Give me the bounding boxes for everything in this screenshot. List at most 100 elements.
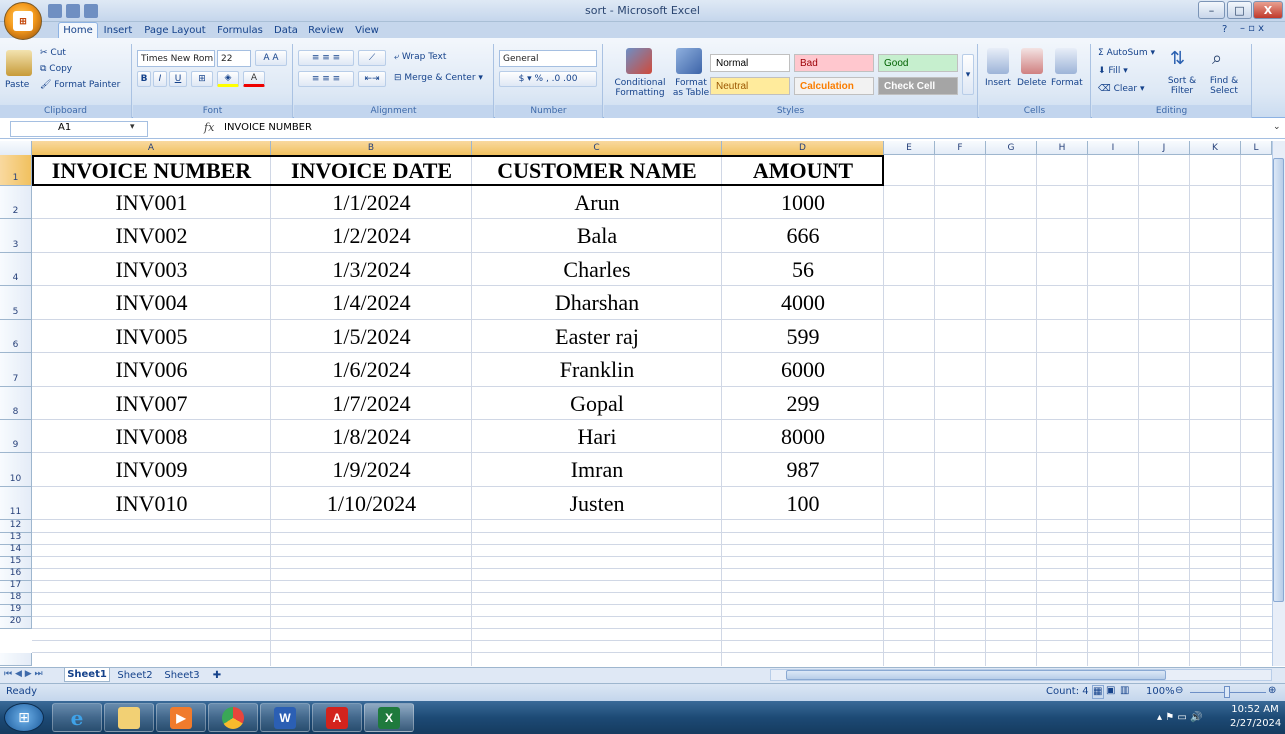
column-header-k[interactable]: K [1190, 141, 1241, 155]
column-title-cell[interactable]: CUSTOMER NAME [472, 155, 722, 186]
sheet-tab-sheet3[interactable]: Sheet3 [160, 668, 204, 682]
wrap-text-button[interactable]: ⤶ Wrap Text [394, 52, 446, 62]
row-header[interactable]: 1 [0, 155, 32, 186]
row-header[interactable]: 5 [0, 286, 32, 320]
tab-formulas[interactable]: Formulas [214, 22, 266, 38]
format-as-table-icon[interactable] [676, 48, 702, 74]
column-title-cell[interactable]: INVOICE DATE [271, 155, 472, 186]
merge-center-button[interactable]: ⊟ Merge & Center ▾ [394, 73, 483, 83]
copy-button[interactable]: ⧉ Copy [40, 64, 72, 74]
table-cell[interactable]: 666 [722, 219, 884, 253]
tab-home[interactable]: Home [58, 22, 98, 38]
table-cell[interactable]: INV009 [32, 453, 271, 487]
row-header[interactable]: 3 [0, 219, 32, 253]
table-cell[interactable]: Bala [472, 219, 722, 253]
table-cell[interactable]: 1/8/2024 [271, 420, 472, 453]
column-header-j[interactable]: J [1139, 141, 1190, 155]
tab-view[interactable]: View [350, 22, 384, 38]
italic-button[interactable]: I [153, 71, 167, 87]
view-buttons[interactable]: ▦ ▣ ▥ [1092, 685, 1136, 699]
tab-review[interactable]: Review [306, 22, 346, 38]
horizontal-scroll-thumb[interactable] [786, 670, 1166, 680]
table-cell[interactable]: 1000 [722, 186, 884, 219]
style-calculation[interactable]: Calculation [794, 77, 874, 95]
row-header[interactable]: 8 [0, 387, 32, 420]
table-cell[interactable]: 1/3/2024 [271, 253, 472, 286]
format-cells-icon[interactable] [1055, 48, 1077, 74]
underline-button[interactable]: U [169, 71, 187, 87]
column-header-h[interactable]: H [1037, 141, 1088, 155]
table-cell[interactable]: INV001 [32, 186, 271, 219]
table-cell[interactable]: 299 [722, 387, 884, 420]
column-header-d[interactable]: D [722, 141, 884, 155]
table-cell[interactable]: 100 [722, 487, 884, 520]
tab-insert[interactable]: Insert [100, 22, 136, 38]
column-header-f[interactable]: F [935, 141, 986, 155]
number-format-select[interactable]: General [499, 50, 597, 67]
fx-icon[interactable]: fx [204, 121, 214, 134]
table-cell[interactable]: Dharshan [472, 286, 722, 320]
row-header[interactable]: 9 [0, 420, 32, 453]
column-title-cell[interactable]: AMOUNT [722, 155, 884, 186]
taskbar-excel[interactable]: X [364, 703, 414, 732]
table-cell[interactable]: Hari [472, 420, 722, 453]
format-painter-button[interactable]: 🖌 Format Painter [40, 80, 120, 90]
style-bad[interactable]: Bad [794, 54, 874, 72]
autosum-button[interactable]: Σ AutoSum ▾ [1098, 48, 1155, 58]
number-format-buttons[interactable]: $ ▾ % , .0 .00 [499, 71, 597, 87]
orientation-button[interactable]: ⟋ [358, 50, 386, 66]
column-header-l[interactable]: L [1241, 141, 1272, 155]
table-cell[interactable]: Justen [472, 487, 722, 520]
table-cell[interactable]: Arun [472, 186, 722, 219]
format-cells-button[interactable]: Format [1051, 78, 1083, 88]
formula-input[interactable]: INVOICE NUMBER [224, 122, 312, 133]
delete-cells-icon[interactable] [1021, 48, 1043, 74]
format-as-table-button[interactable]: Format as Table [670, 78, 712, 98]
styles-more-button[interactable]: ▾ [962, 54, 974, 95]
minimize-button[interactable]: – [1198, 1, 1225, 19]
row-header[interactable]: 11 [0, 487, 32, 520]
style-neutral[interactable]: Neutral [710, 77, 790, 95]
table-cell[interactable]: Franklin [472, 353, 722, 387]
table-cell[interactable]: INV003 [32, 253, 271, 286]
table-cell[interactable]: Gopal [472, 387, 722, 420]
ribbon-window-controls[interactable]: – ▫ x [1240, 23, 1264, 34]
sheet-tab-sheet1[interactable]: Sheet1 [64, 668, 110, 682]
table-cell[interactable]: INV010 [32, 487, 271, 520]
table-cell[interactable]: INV004 [32, 286, 271, 320]
tab-page-layout[interactable]: Page Layout [140, 22, 210, 38]
zoom-slider-thumb[interactable] [1224, 686, 1230, 698]
conditional-formatting-icon[interactable] [626, 48, 652, 74]
fill-color-button[interactable]: ◈ [217, 71, 239, 87]
table-cell[interactable]: 1/10/2024 [271, 487, 472, 520]
style-good[interactable]: Good [878, 54, 958, 72]
column-header-g[interactable]: G [986, 141, 1037, 155]
insert-cells-button[interactable]: Insert [985, 78, 1011, 88]
sort-filter-icon[interactable]: ⇅ [1170, 48, 1185, 69]
table-cell[interactable]: 1/5/2024 [271, 320, 472, 353]
font-name-select[interactable]: Times New Rom [137, 50, 215, 67]
row-header[interactable]: 20 [0, 616, 32, 629]
taskbar-word[interactable]: W [260, 703, 310, 732]
row-header[interactable]: 6 [0, 320, 32, 353]
tray-icons[interactable]: ▴ ⚑ ▭ 🔊 [1157, 712, 1202, 723]
column-title-cell[interactable]: INVOICE NUMBER [32, 155, 271, 186]
font-color-button[interactable]: A [243, 71, 265, 87]
column-header-i[interactable]: I [1088, 141, 1139, 155]
table-cell[interactable]: INV008 [32, 420, 271, 453]
binoculars-icon[interactable]: ⌕ [1212, 48, 1222, 69]
delete-cells-button[interactable]: Delete [1017, 78, 1047, 88]
row-header[interactable]: 4 [0, 253, 32, 286]
column-header-c[interactable]: C [472, 141, 722, 155]
insert-cells-icon[interactable] [987, 48, 1009, 74]
table-cell[interactable]: 1/6/2024 [271, 353, 472, 387]
row-header[interactable]: 10 [0, 453, 32, 487]
fill-button[interactable]: ⬇ Fill ▾ [1098, 66, 1128, 76]
table-cell[interactable]: 4000 [722, 286, 884, 320]
table-cell[interactable]: Imran [472, 453, 722, 487]
zoom-in-icon[interactable]: ⊕ [1268, 685, 1276, 696]
office-button[interactable]: ⊞ [4, 2, 42, 40]
select-all-corner[interactable] [0, 141, 32, 155]
close-button[interactable]: X [1253, 1, 1283, 19]
name-box-dropdown-icon[interactable]: ▾ [130, 122, 135, 132]
